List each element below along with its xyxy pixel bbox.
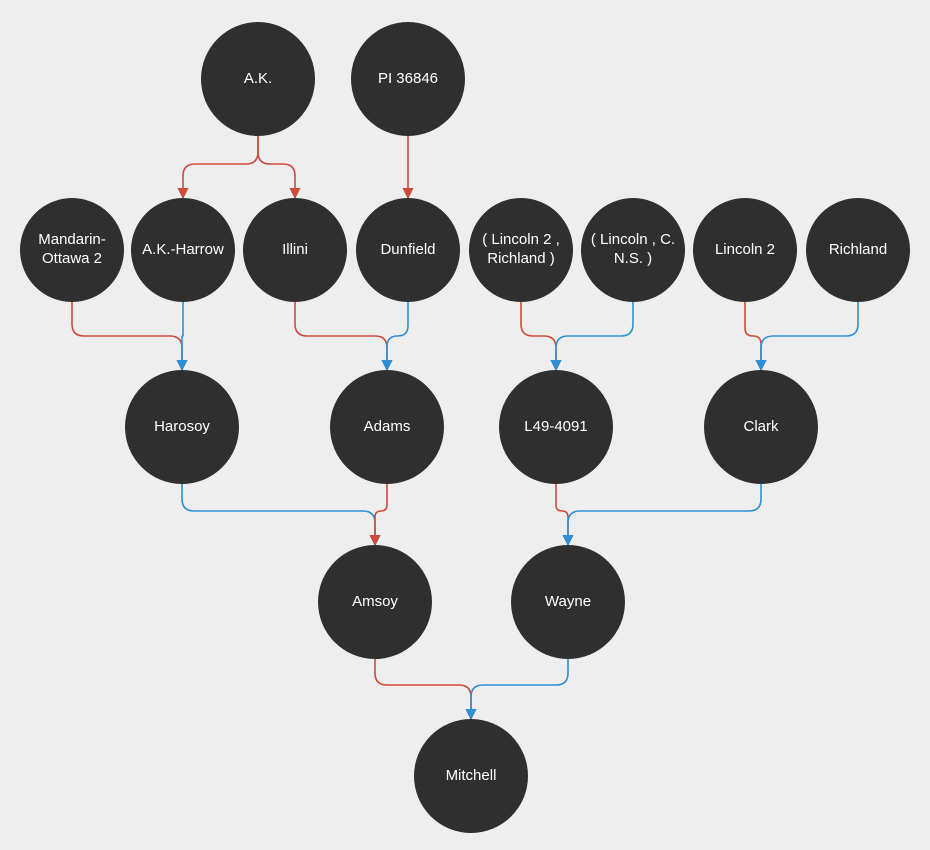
node-illini[interactable]: Illini: [243, 198, 347, 302]
node-label: L49-4091: [524, 418, 587, 437]
edge-illini-to-adams: [295, 302, 387, 370]
node-label: Clark: [743, 418, 778, 437]
edge-adams-to-amsoy: [375, 484, 387, 545]
edge-amsoy-to-mitchell: [375, 659, 471, 719]
node-dunfield[interactable]: Dunfield: [356, 198, 460, 302]
edge-ak-to-illini: [258, 136, 295, 198]
node-label: Harosoy: [154, 418, 210, 437]
node-label: A.K.: [244, 70, 272, 89]
edge-ak-to-akharrow: [183, 136, 258, 198]
node-wayne[interactable]: Wayne: [511, 545, 625, 659]
edge-linc2rich-to-l494091: [521, 302, 556, 370]
node-label: ( Lincoln 2 , Richland ): [475, 231, 567, 269]
node-ak[interactable]: A.K.: [201, 22, 315, 136]
node-pi36846[interactable]: PI 36846: [351, 22, 465, 136]
node-lincoln2-richland[interactable]: ( Lincoln 2 , Richland ): [469, 198, 573, 302]
edge-l494091-to-wayne: [556, 484, 568, 545]
node-mandarin-ottawa-2[interactable]: Mandarin-Ottawa 2: [20, 198, 124, 302]
edge-dunfield-to-adams: [387, 302, 408, 370]
node-harosoy[interactable]: Harosoy: [125, 370, 239, 484]
node-label: A.K.-Harrow: [142, 241, 224, 260]
node-adams[interactable]: Adams: [330, 370, 444, 484]
node-clark[interactable]: Clark: [704, 370, 818, 484]
edge-lincoln2-to-clark: [745, 302, 761, 370]
edge-richland-to-clark: [761, 302, 858, 370]
edge-linccns-to-l494091: [556, 302, 633, 370]
edge-clark-to-wayne: [568, 484, 761, 545]
pedigree-diagram: A.K. PI 36846 Mandarin-Ottawa 2 A.K.-Har…: [0, 0, 930, 850]
node-lincoln-cns[interactable]: ( Lincoln , C. N.S. ): [581, 198, 685, 302]
node-mitchell[interactable]: Mitchell: [414, 719, 528, 833]
edge-akharrow-to-harosoy: [182, 302, 183, 370]
node-label: Adams: [364, 418, 411, 437]
edge-mandarin-to-harosoy: [72, 302, 182, 370]
edge-harosoy-to-amsoy: [182, 484, 375, 545]
node-label: PI 36846: [378, 70, 438, 89]
node-label: Mandarin-Ottawa 2: [26, 231, 118, 269]
node-l49-4091[interactable]: L49-4091: [499, 370, 613, 484]
node-lincoln2[interactable]: Lincoln 2: [693, 198, 797, 302]
node-amsoy[interactable]: Amsoy: [318, 545, 432, 659]
node-label: Lincoln 2: [715, 241, 775, 260]
node-label: Richland: [829, 241, 887, 260]
edge-wayne-to-mitchell: [471, 659, 568, 719]
node-label: ( Lincoln , C. N.S. ): [587, 231, 679, 269]
node-label: Illini: [282, 241, 308, 260]
node-ak-harrow[interactable]: A.K.-Harrow: [131, 198, 235, 302]
node-label: Dunfield: [380, 241, 435, 260]
node-label: Mitchell: [446, 767, 497, 786]
node-label: Amsoy: [352, 593, 398, 612]
node-richland[interactable]: Richland: [806, 198, 910, 302]
node-label: Wayne: [545, 593, 591, 612]
